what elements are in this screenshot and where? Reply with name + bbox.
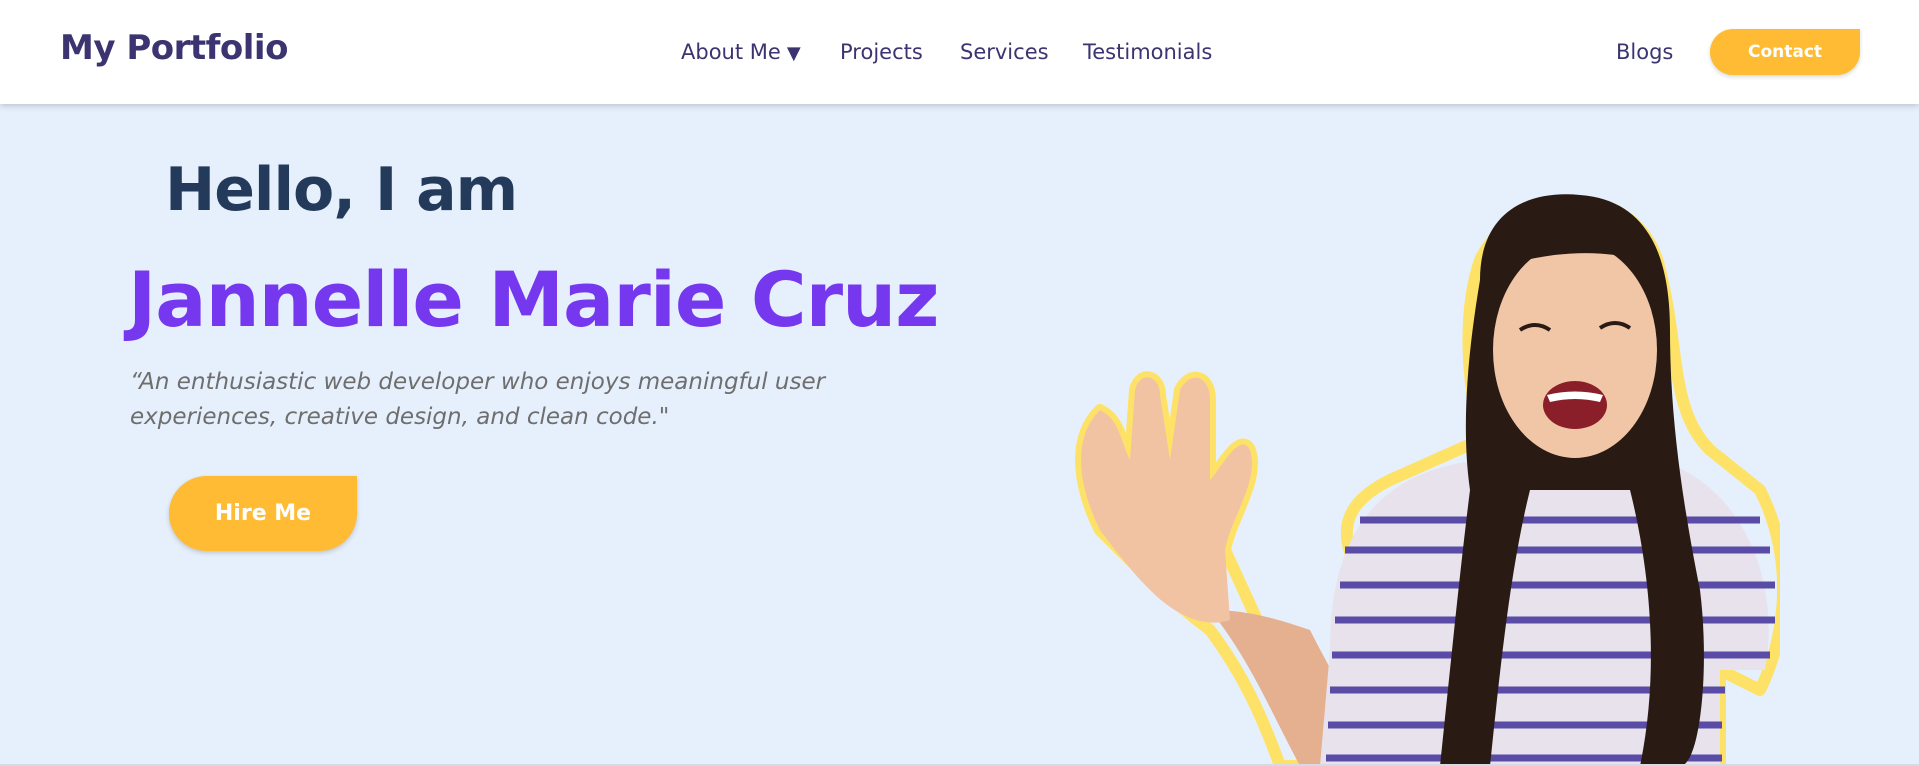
contact-button[interactable]: Contact (1710, 29, 1860, 75)
chevron-down-icon: ▼ (786, 43, 801, 64)
nav-link-blogs[interactable]: Blogs (1616, 40, 1673, 64)
site-logo[interactable]: My Portfolio (60, 28, 288, 68)
nav-link-testimonials[interactable]: Testimonials (1083, 40, 1212, 64)
nav-link-about-label: About Me (681, 40, 781, 64)
hero-name: Jannelle Marie Cruz (128, 255, 939, 344)
nav-link-projects[interactable]: Projects (840, 40, 923, 64)
hero-tagline: “An enthusiastic web developer who enjoy… (130, 369, 826, 430)
waving-person-photo (1075, 194, 1780, 766)
top-navbar: My Portfolio About Me ▼ Projects Services… (0, 0, 1919, 104)
hire-me-button[interactable]: Hire Me (169, 476, 357, 551)
hero-greeting: Hello, I am (165, 155, 518, 225)
nav-link-services[interactable]: Services (960, 40, 1049, 64)
nav-link-about[interactable]: About Me ▼ (681, 40, 801, 64)
